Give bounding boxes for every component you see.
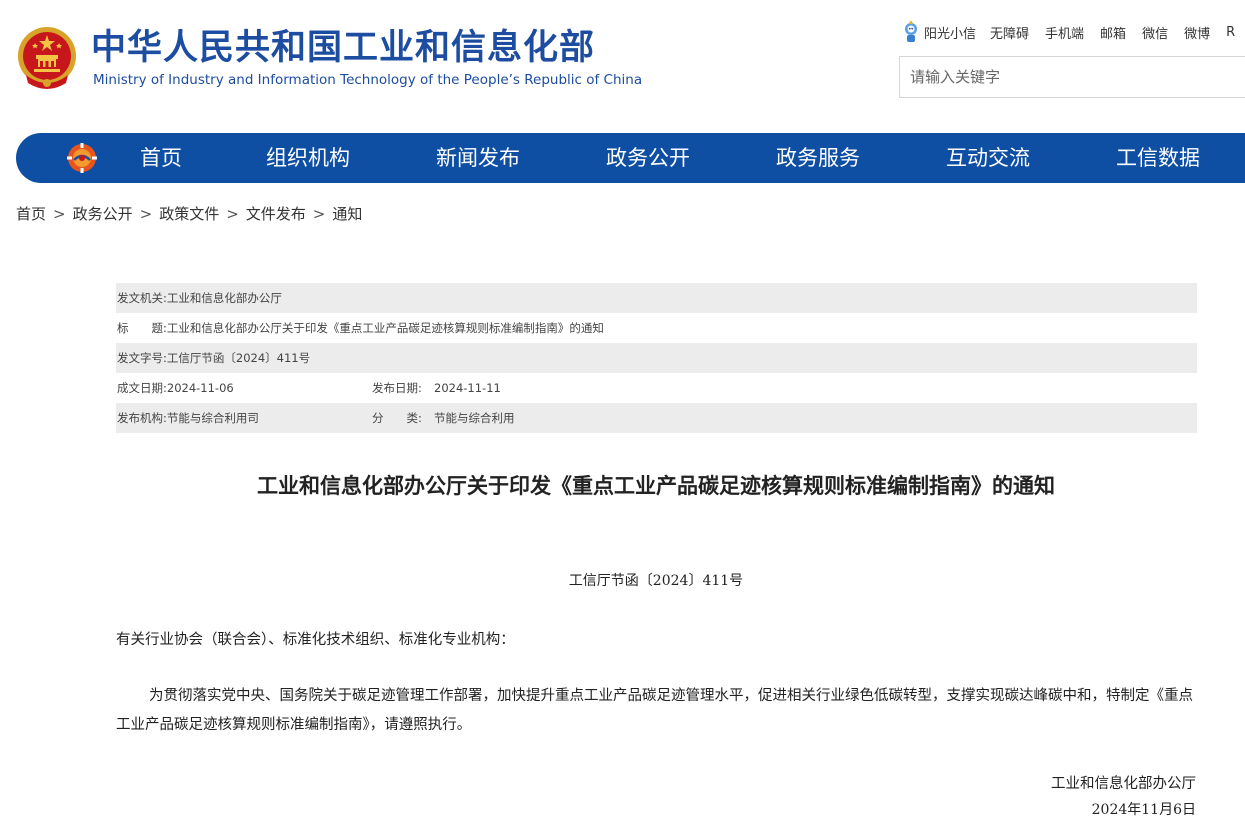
breadcrumb-notice[interactable]: 通知	[332, 205, 362, 223]
breadcrumb: 首页 > 政务公开 > 政策文件 > 文件发布 > 通知	[16, 203, 362, 224]
meta-category-value: 节能与综合利用	[434, 411, 515, 425]
meta-docno-value: 工信厅节函〔2024〕411号	[166, 351, 311, 365]
document-metadata: 发文机关: 工业和信息化部办公厅 标 题: 工业和信息化部办公厅关于印发《重点工…	[116, 283, 1197, 433]
sunshine-link-label[interactable]: 阳光小信	[924, 23, 976, 42]
search-input[interactable]	[900, 57, 1245, 97]
breadcrumb-separator: >	[226, 205, 239, 223]
search-box	[899, 56, 1245, 98]
meta-org-label: 发布机构:	[117, 411, 167, 425]
meta-written-value: 2024-11-06	[166, 381, 234, 395]
site-title[interactable]: 中华人民共和国工业和信息化部	[91, 28, 595, 68]
meta-org-value: 节能与综合利用司	[166, 411, 259, 425]
breadcrumb-document-release[interactable]: 文件发布	[246, 205, 306, 223]
meta-published-value: 2024-11-11	[434, 381, 501, 395]
meta-title-value: 工业和信息化部办公厅关于印发《重点工业产品碳足迹核算规则标准编制指南》的通知	[166, 321, 604, 335]
truncated-link[interactable]: R	[1226, 25, 1235, 40]
breadcrumb-separator: >	[139, 205, 153, 223]
breadcrumb-separator: >	[312, 205, 326, 223]
sunshine-link[interactable]: 阳光小信	[902, 21, 976, 43]
document-addressee: 有关行业协会（联合会）、标准化技术组织、标准化专业机构：	[116, 632, 515, 648]
meta-category-label: 分 类:	[372, 411, 422, 425]
meta-issuer-label: 发文机关:	[117, 291, 167, 305]
meta-row-title: 标 题: 工业和信息化部办公厅关于印发《重点工业产品碳足迹核算规则标准编制指南》…	[116, 313, 1197, 343]
mascot-icon	[905, 21, 917, 42]
site-title-english: Ministry of Industry and Information Tec…	[93, 72, 643, 88]
breadcrumb-government-affairs[interactable]: 政务公开	[73, 205, 133, 223]
gear-logo-icon	[67, 143, 97, 173]
meta-published-label: 发布日期:	[372, 381, 422, 395]
weibo-link[interactable]: 微博	[1184, 23, 1210, 42]
nav-government-affairs[interactable]: 政务公开	[606, 133, 690, 183]
national-emblem-icon	[18, 27, 76, 89]
nav-organization[interactable]: 组织机构	[266, 133, 350, 183]
top-links: 阳光小信 无障碍 手机端 邮箱 微信 微博 R	[902, 21, 1245, 43]
document-body: 为贯彻落实党中央、国务院关于碳足迹管理工作部署，加快提升重点工业产品碳足迹管理水…	[116, 688, 1193, 733]
breadcrumb-home[interactable]: 首页	[16, 205, 46, 223]
wechat-link[interactable]: 微信	[1142, 23, 1168, 42]
document-date: 2024年11月6日	[1091, 802, 1196, 818]
document-signer: 工业和信息化部办公厅	[1051, 776, 1196, 792]
breadcrumb-policy-documents[interactable]: 政策文件	[159, 205, 219, 223]
meta-row-docno: 发文字号: 工信厅节函〔2024〕411号	[116, 343, 1197, 373]
meta-docno-label: 发文字号:	[117, 351, 167, 365]
mail-link[interactable]: 邮箱	[1100, 23, 1126, 42]
mobile-link[interactable]: 手机端	[1045, 23, 1084, 42]
breadcrumb-separator: >	[53, 205, 66, 223]
nav-data[interactable]: 工信数据	[1116, 133, 1200, 183]
document-number: 工信厅节函〔2024〕411号	[568, 573, 744, 589]
meta-issuer-value: 工业和信息化部办公厅	[166, 291, 282, 305]
nav-interaction[interactable]: 互动交流	[946, 133, 1030, 183]
meta-written-label: 成文日期:	[117, 381, 167, 395]
main-nav: 首页 组织机构 新闻发布 政务公开 政务服务 互动交流 工信数据	[16, 133, 1245, 183]
nav-news[interactable]: 新闻发布	[436, 133, 520, 183]
meta-row-issuer: 发文机关: 工业和信息化部办公厅	[116, 283, 1197, 313]
nav-home[interactable]: 首页	[140, 133, 182, 183]
meta-row-dates: 成文日期: 2024-11-06 发布日期: 2024-11-11	[116, 373, 1197, 403]
document-title: 工业和信息化部办公厅关于印发《重点工业产品碳足迹核算规则标准编制指南》的通知	[257, 474, 1055, 498]
nav-government-services[interactable]: 政务服务	[776, 133, 860, 183]
meta-row-org: 发布机构: 节能与综合利用司 分 类: 节能与综合利用	[116, 403, 1197, 433]
meta-title-label: 标 题:	[117, 321, 167, 335]
accessibility-link[interactable]: 无障碍	[990, 23, 1029, 42]
